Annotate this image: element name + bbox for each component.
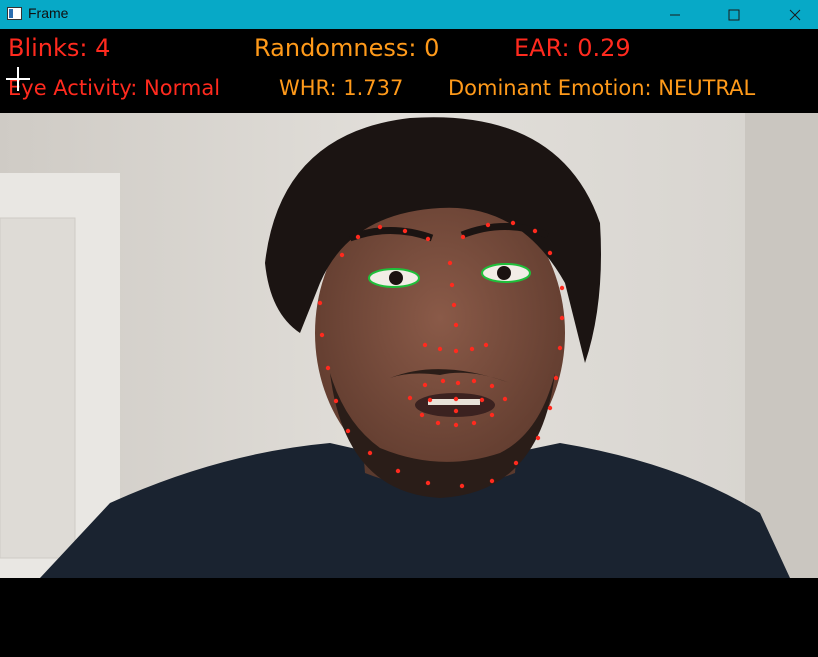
maximize-button[interactable] (711, 0, 757, 29)
close-button[interactable] (772, 0, 818, 29)
eye-activity-label: Eye Activity: Normal (8, 76, 221, 100)
randomness-label: Randomness: 0 (254, 34, 440, 62)
dominant-emotion-label: Dominant Emotion: NEUTRAL (448, 76, 756, 100)
maximize-icon (728, 9, 740, 20)
close-icon (789, 9, 801, 20)
title-bar[interactable]: Frame (0, 0, 818, 29)
whr-label: WHR: 1.737 (279, 76, 404, 100)
window-title: Frame (28, 5, 69, 21)
blinks-label: Blinks: 4 (8, 34, 111, 62)
frame-bottom-border (0, 578, 818, 657)
metrics-overlay: Blinks: 4 Randomness: 0 EAR: 0.29 Eye Ac… (0, 29, 818, 113)
webcam-image (0, 113, 818, 578)
app-window-icon (7, 7, 22, 20)
webcam-feed (0, 113, 818, 578)
crosshair-cursor-icon (6, 67, 30, 91)
ear-label: EAR: 0.29 (514, 34, 631, 62)
app-window: Frame Blinks: 4 Randomness: 0 EAR: 0.29 … (0, 0, 818, 657)
minimize-icon (670, 14, 680, 15)
minimize-button[interactable] (652, 0, 698, 29)
